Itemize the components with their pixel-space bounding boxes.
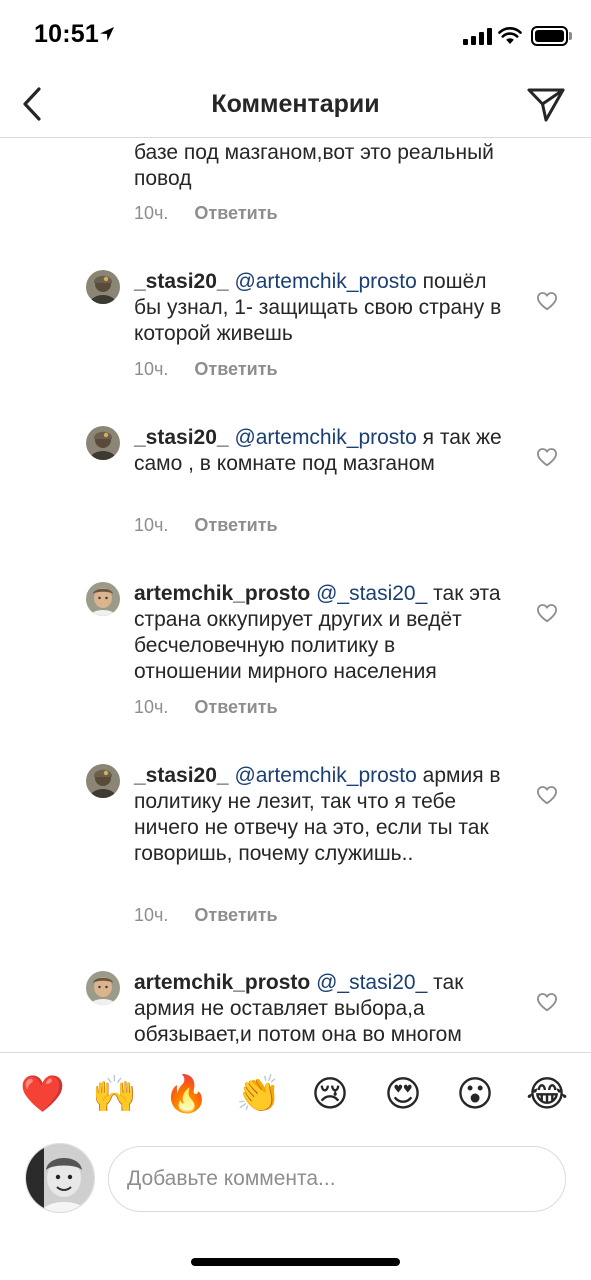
emoji-crying-face[interactable]: 😢 xyxy=(308,1073,352,1117)
comment-text: _stasi20_ @artemchik_prosto я так же сам… xyxy=(134,426,502,475)
comment-username[interactable]: _stasi20_ xyxy=(134,426,229,449)
comment-username[interactable]: artemchik_prosto xyxy=(134,971,310,994)
avatar xyxy=(25,1143,95,1213)
comment-time: 10ч. xyxy=(134,359,169,379)
emoji-fire[interactable]: 🔥 xyxy=(164,1073,209,1117)
home-indicator[interactable] xyxy=(191,1258,400,1266)
comment-mention[interactable]: @artemchik_prosto xyxy=(234,426,416,449)
avatar[interactable] xyxy=(86,270,120,304)
avatar[interactable] xyxy=(86,582,120,616)
battery-icon xyxy=(531,26,568,46)
comment-input[interactable] xyxy=(108,1146,566,1212)
emoji-surprised-face[interactable]: 😮 xyxy=(453,1073,497,1117)
header: Комментарии xyxy=(0,72,591,138)
comments-list[interactable]: базе под мазганом,вот это реальный повод… xyxy=(0,139,591,1052)
comment-text: artemchik_prosto @_stasi20_ так армия не… xyxy=(134,971,464,1046)
comment-time: 10ч. xyxy=(134,905,169,925)
location-arrow-icon xyxy=(100,27,114,41)
paper-plane-icon xyxy=(527,88,565,122)
comment-meta: 10ч. Ответить xyxy=(134,905,278,926)
cellular-signal-icon xyxy=(463,28,492,45)
heart-outline-icon[interactable] xyxy=(536,603,558,623)
page-title: Комментарии xyxy=(211,90,380,118)
heart-outline-icon[interactable] xyxy=(536,785,558,805)
reply-button[interactable]: Ответить xyxy=(194,905,277,926)
comment-time: 10ч. xyxy=(134,697,169,717)
emoji-raised-hands[interactable]: 🙌 xyxy=(92,1073,137,1117)
emoji-heart[interactable]: ❤️ xyxy=(20,1073,65,1117)
wifi-icon xyxy=(498,27,522,44)
comment-meta: 10ч. Ответить xyxy=(134,359,278,380)
reply-button[interactable]: Ответить xyxy=(194,359,277,380)
avatar[interactable] xyxy=(86,426,120,460)
avatar[interactable] xyxy=(86,764,120,798)
comment-mention[interactable]: @artemchik_prosto xyxy=(234,270,416,293)
comment-text: _stasi20_ @artemchik_prosto армия в поли… xyxy=(134,764,501,865)
reply-button[interactable]: Ответить xyxy=(194,203,277,224)
reply-button[interactable]: Ответить xyxy=(194,697,277,718)
emoji-clapping-hands[interactable]: 👏 xyxy=(236,1073,281,1117)
comment-meta: 10ч. Ответить xyxy=(134,515,278,536)
battery-cap xyxy=(569,32,572,40)
heart-outline-icon[interactable] xyxy=(536,447,558,467)
comment-time: 10ч. xyxy=(134,203,169,223)
status-bar: 10:51 xyxy=(0,0,591,72)
emoji-tears-of-joy[interactable]: 😂 xyxy=(525,1073,569,1117)
heart-outline-icon[interactable] xyxy=(536,992,558,1012)
comment-meta: 10ч. Ответить xyxy=(134,697,278,718)
heart-outline-icon[interactable] xyxy=(536,291,558,311)
comment-time: 10ч. xyxy=(134,515,169,535)
comment-username[interactable]: artemchik_prosto xyxy=(134,582,310,605)
comment-text: _stasi20_ @artemchik_prosto пошёл бы узн… xyxy=(134,270,502,345)
comment-username[interactable]: _stasi20_ xyxy=(134,764,229,787)
comment-meta: 10ч. Ответить xyxy=(134,203,278,224)
comment-mention[interactable]: @_stasi20_ xyxy=(316,582,427,605)
avatar[interactable] xyxy=(86,971,120,1005)
comment-mention[interactable]: @_stasi20_ xyxy=(316,971,427,994)
reply-button[interactable]: Ответить xyxy=(194,515,277,536)
share-button[interactable] xyxy=(524,84,568,126)
emoji-heart-eyes[interactable]: 😍 xyxy=(381,1073,425,1117)
comment-text: artemchik_prosto @_stasi20_ так эта стра… xyxy=(134,582,501,683)
comment-text: базе под мазганом,вот это реальный повод xyxy=(134,141,494,190)
comment-composer xyxy=(0,1140,591,1220)
emoji-bar: ❤️ 🙌 🔥 👏 😢 😍 😮 😂 xyxy=(0,1052,591,1140)
status-time: 10:51 xyxy=(34,20,99,48)
comment-mention[interactable]: @artemchik_prosto xyxy=(234,764,416,787)
comment-username[interactable]: _stasi20_ xyxy=(134,270,229,293)
